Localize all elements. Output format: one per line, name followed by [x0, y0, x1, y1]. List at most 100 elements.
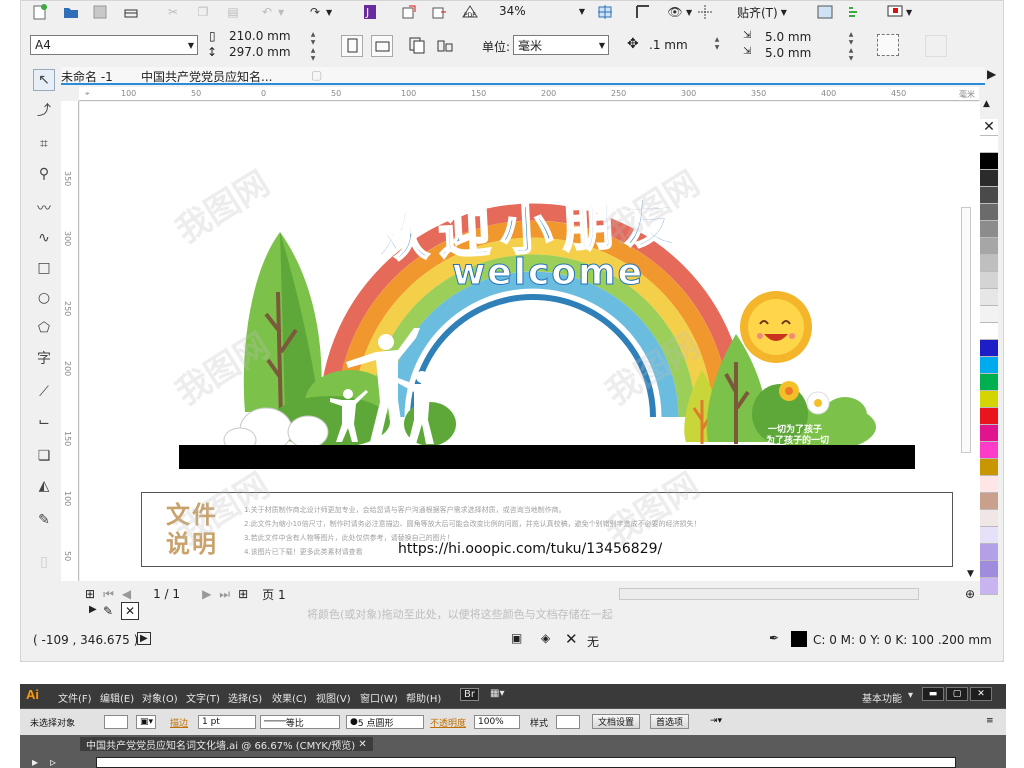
dimension-tool-icon[interactable]: ⟋ [33, 381, 55, 403]
export-to-icon[interactable] [431, 4, 447, 20]
redo-icon[interactable]: ↷ ▼ [307, 4, 332, 20]
palette-swatch[interactable] [980, 340, 998, 357]
open-folder-icon[interactable] [63, 4, 79, 20]
status-expand-icon[interactable]: ▶ [137, 632, 151, 645]
next-page-icon[interactable]: ▶ [202, 587, 211, 601]
close-document-icon[interactable] [123, 4, 139, 20]
palette-swatch[interactable] [980, 153, 998, 170]
duplicate-distance-x[interactable]: 5.0 mm [765, 30, 811, 44]
import-icon[interactable]: J [363, 4, 377, 20]
treat-as-filled-button[interactable] [877, 34, 899, 56]
save-icon[interactable] [93, 4, 107, 20]
duplicate-y-spinner[interactable]: ▲ ▼ [841, 46, 861, 64]
palette-swatch[interactable] [980, 323, 998, 340]
menu-window[interactable]: 窗口(W) [360, 690, 398, 705]
tab-party-member-terms[interactable]: 中国共产党党员应知名... [141, 68, 272, 85]
horizontal-scrollbar[interactable] [619, 588, 919, 600]
add-page-before-icon[interactable]: ⊞ [85, 587, 95, 601]
palette-swatch[interactable] [980, 357, 998, 374]
pick-tool-icon[interactable]: ↖ [33, 69, 55, 91]
drop-shadow-tool-icon[interactable]: ❏ [33, 445, 55, 467]
last-page-icon[interactable]: ⏭ [219, 587, 230, 602]
show-guidelines-icon[interactable] [697, 4, 713, 20]
palette-swatch[interactable] [980, 238, 998, 255]
nudge-distance-value[interactable]: .1 mm [649, 38, 688, 52]
show-grid-icon[interactable]: 👁 ▼ [667, 4, 692, 20]
page-height-value[interactable]: 297.0 mm [229, 45, 291, 59]
palette-scroll-up-icon[interactable]: ▲ [983, 99, 990, 109]
panel-menu-icon[interactable]: ≡ [986, 716, 994, 726]
workspace-caret-icon[interactable]: ▾ [908, 690, 913, 701]
landscape-button[interactable] [371, 35, 393, 57]
stroke-label[interactable]: 描边 [170, 716, 188, 729]
interactive-fill-icon[interactable]: ▯ [33, 551, 55, 573]
current-page-icon[interactable] [435, 35, 457, 57]
preferences-button[interactable]: 首选项 [650, 714, 690, 729]
welcome-screen-icon[interactable]: ▼ [887, 4, 912, 20]
maximize-icon[interactable]: ▢ [946, 687, 968, 701]
palette-swatch[interactable] [980, 187, 998, 204]
units-dropdown[interactable]: 毫米 ▼ [513, 35, 609, 55]
palette-swatch[interactable] [980, 204, 998, 221]
document-setup-button[interactable]: 文档设置 [592, 714, 641, 729]
palette-swatch[interactable] [980, 544, 998, 561]
tab-add-icon[interactable]: ▢ [311, 68, 322, 82]
palette-swatch[interactable] [980, 476, 998, 493]
eyedropper-tool-icon[interactable]: ✎ [33, 509, 55, 531]
palette-swatch[interactable] [980, 289, 998, 306]
palette-scroll-down-icon[interactable]: ▼ [967, 569, 974, 579]
cut-icon[interactable]: ✂ [165, 4, 181, 20]
nudge-spinner[interactable]: ▲ ▼ [707, 35, 727, 53]
menu-view[interactable]: 视图(V) [316, 690, 351, 705]
ellipse-tool-icon[interactable]: ○ [33, 287, 55, 309]
palette-swatch[interactable] [980, 510, 998, 527]
drawing-canvas[interactable]: 欢迎小朋友 welcome 一切为了孩子 为了孩子的一切 文件说明 1.关于材质… [80, 102, 980, 581]
paper-size-dropdown[interactable]: A4 ▼ [30, 35, 198, 55]
ai-direct-selection-icon[interactable]: ▹ [50, 755, 56, 768]
undo-icon[interactable]: ↶ ▼ [259, 4, 284, 20]
publish-pdf-icon[interactable]: PDF [461, 4, 479, 20]
menu-edit[interactable]: 编辑(E) [100, 690, 134, 705]
palette-expand-icon[interactable]: ▶ [89, 604, 97, 615]
stroke-weight-field[interactable]: 1 pt [198, 715, 256, 729]
palette-swatch[interactable] [980, 272, 998, 289]
polygon-tool-icon[interactable]: ⬠ [33, 317, 55, 339]
new-document-icon[interactable] [33, 4, 47, 20]
transparency-tool-icon[interactable]: ◭ [33, 475, 55, 497]
application-launcher-icon[interactable] [847, 4, 863, 20]
palette-swatch[interactable] [980, 170, 998, 187]
paste-icon[interactable]: ▤ [225, 4, 241, 20]
tab-scroll-right-icon[interactable]: ▶ [987, 67, 996, 81]
ai-tab-close-icon[interactable]: ✕ [358, 739, 366, 750]
menu-select[interactable]: 选择(S) [228, 690, 262, 705]
palette-swatch[interactable] [980, 255, 998, 272]
minimize-icon[interactable]: ▬ [922, 687, 944, 701]
opacity-field[interactable]: 100% [474, 715, 520, 729]
menu-type[interactable]: 文字(T) [186, 690, 220, 705]
ai-document-tab[interactable]: 中国共产党党员应知名词文化墙.ai @ 66.67% (CMYK/预览) ✕ [80, 737, 373, 752]
shape-tool-icon[interactable]: ⤴ [33, 99, 55, 121]
prev-page-icon[interactable]: ◀ [122, 587, 131, 601]
freehand-tool-icon[interactable]: 〰 [33, 197, 55, 219]
palette-swatch[interactable] [980, 425, 998, 442]
tab-untitled[interactable]: 未命名 -1 [61, 68, 113, 85]
show-rulers-icon[interactable] [635, 4, 651, 20]
zoom-navigator-icon[interactable]: ⊕ [965, 587, 975, 601]
bridge-button[interactable]: Br [460, 688, 479, 701]
page-tab[interactable]: 页 1 [262, 586, 285, 603]
menu-file[interactable]: 文件(F) [58, 690, 92, 705]
palette-swatch[interactable] [980, 442, 998, 459]
copy-icon[interactable]: ❐ [195, 4, 211, 20]
palette-swatch[interactable] [980, 527, 998, 544]
palette-swatch[interactable] [980, 408, 998, 425]
palette-swatch[interactable] [980, 221, 998, 238]
zoom-level-dropdown[interactable]: 34% ▼ [495, 2, 587, 20]
variable-width-dropdown[interactable]: ──── 等比 [260, 715, 340, 729]
palette-swatch[interactable] [980, 561, 998, 578]
align-options-icon[interactable]: ⇥▾ [710, 716, 722, 726]
arrange-documents-icon[interactable]: ▦▾ [490, 688, 504, 699]
stroke-color-swatch[interactable]: ▣▾ [136, 715, 156, 729]
vertical-scrollbar[interactable] [961, 207, 971, 453]
zoom-tool-icon[interactable]: ⚲ [33, 163, 55, 185]
workspace-switcher[interactable]: 基本功能 [862, 690, 902, 705]
